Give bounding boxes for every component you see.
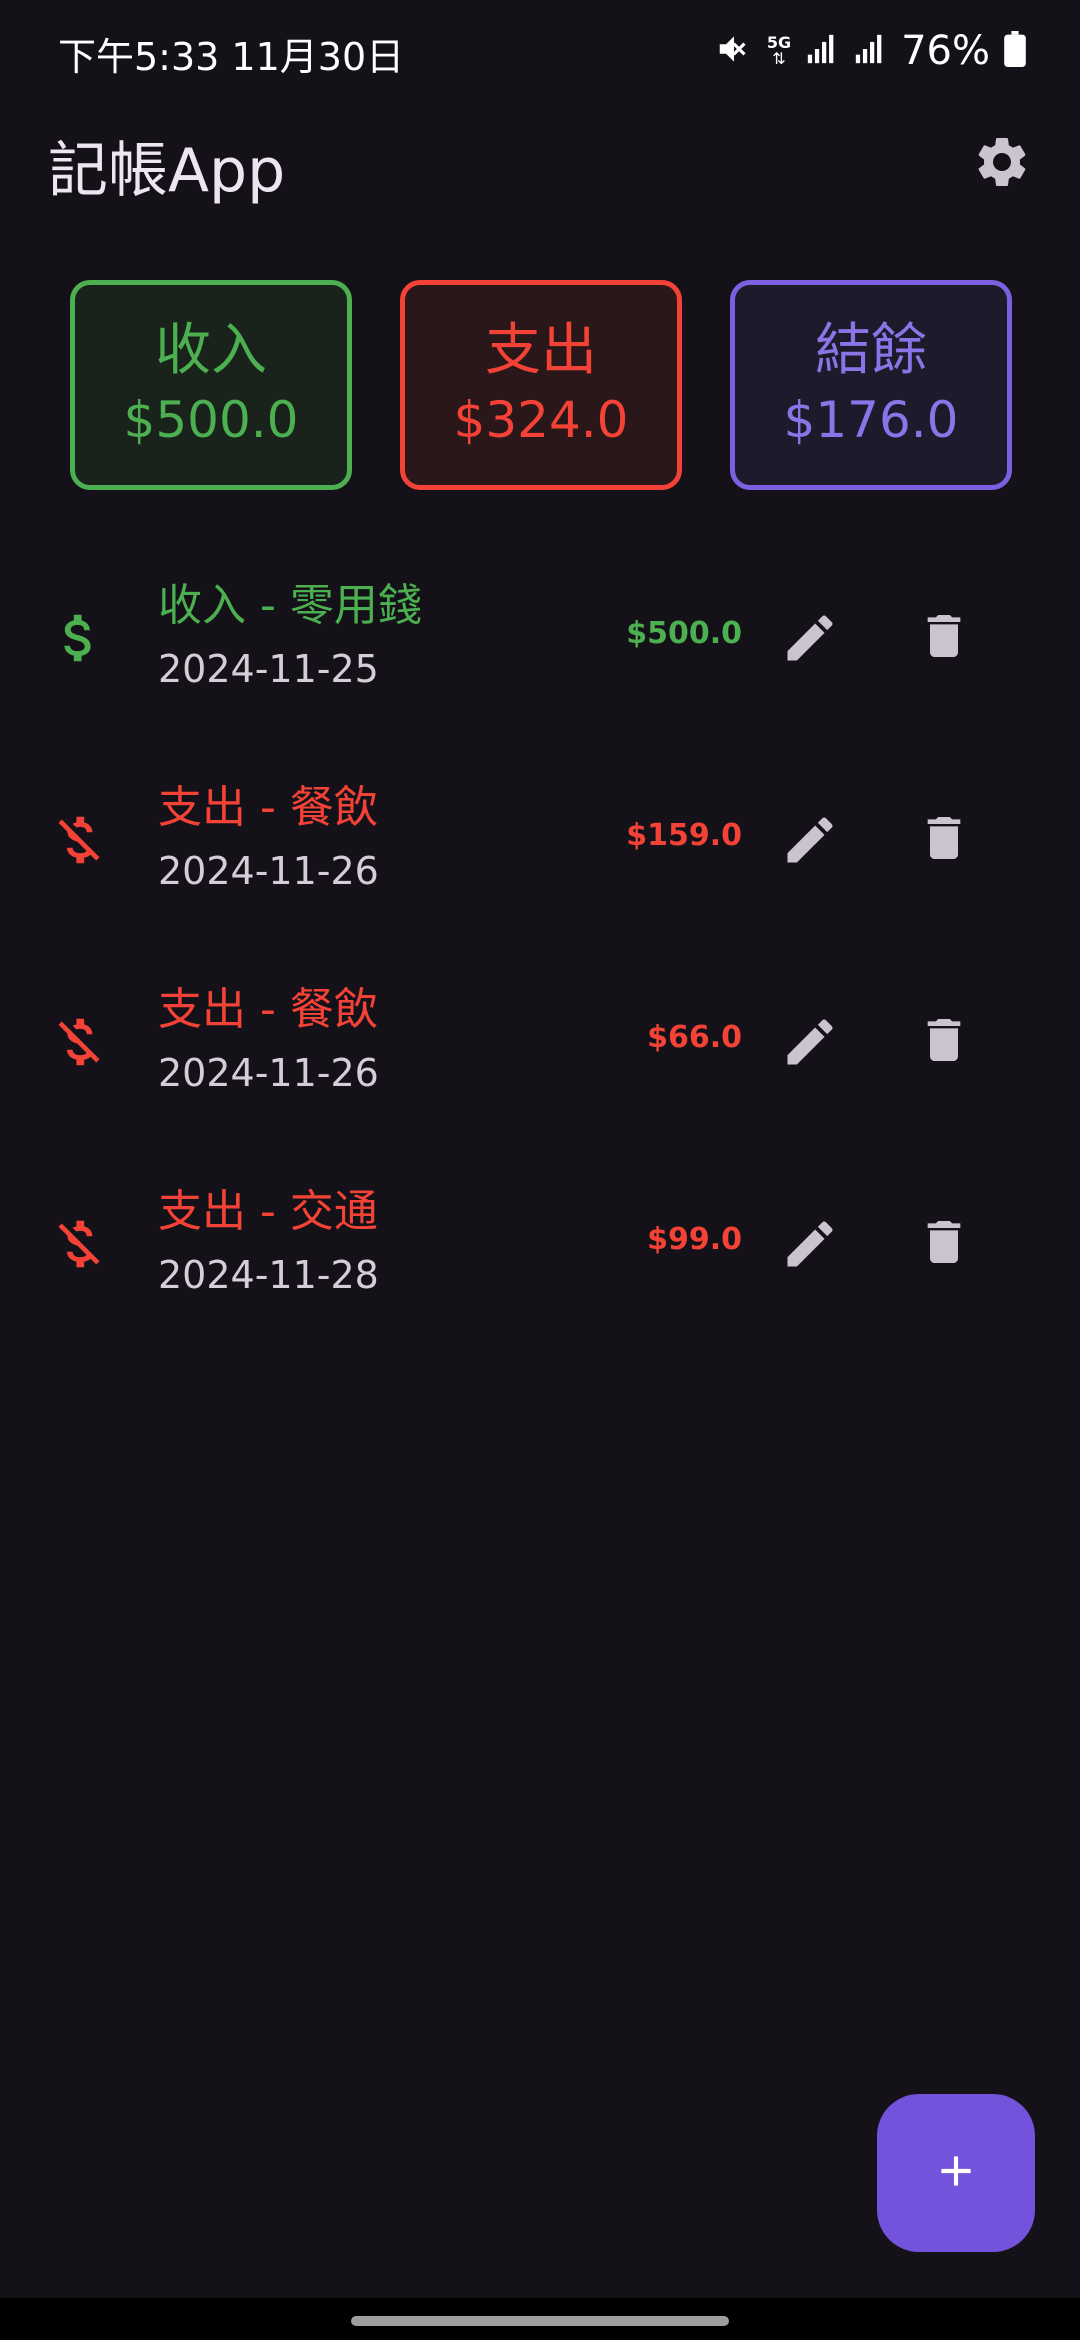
status-time-date: 下午5:33 11月30日 [58, 35, 405, 79]
navigation-bar [0, 2298, 1080, 2340]
signal-icon-2 [853, 32, 887, 70]
edit-button[interactable] [772, 804, 848, 880]
add-transaction-button[interactable] [877, 2094, 1035, 2252]
summary-cards: 收入 $500.0 支出 $324.0 結餘 $176.0 [70, 280, 1012, 490]
transaction-title: 支出 - 餐飲 [158, 782, 378, 833]
dollar-icon [48, 602, 110, 674]
signal-icon [805, 32, 839, 70]
pencil-icon [780, 1214, 840, 1278]
money-off-icon [48, 1208, 110, 1280]
balance-value: $176.0 [783, 391, 959, 449]
edit-button[interactable] [772, 602, 848, 678]
expense-label: 支出 [485, 318, 597, 383]
list-item[interactable]: 支出 - 餐飲 2024-11-26 $66.0 [0, 944, 1080, 1146]
transaction-title: 支出 - 交通 [158, 1186, 378, 1237]
transaction-date: 2024-11-26 [158, 1051, 379, 1095]
list-item[interactable]: 支出 - 交通 2024-11-28 $99.0 [0, 1146, 1080, 1348]
pencil-icon [780, 1012, 840, 1076]
mute-icon [715, 30, 753, 72]
list-item[interactable]: 支出 - 餐飲 2024-11-26 $159.0 [0, 742, 1080, 944]
income-label: 收入 [155, 318, 267, 383]
income-value: $500.0 [123, 391, 299, 449]
pencil-icon [780, 608, 840, 672]
edit-button[interactable] [772, 1006, 848, 1082]
trash-icon [916, 1212, 972, 1276]
edit-button[interactable] [772, 1208, 848, 1284]
network-type-icon: 5G ⇅ [766, 33, 792, 68]
balance-label: 結餘 [815, 318, 927, 383]
home-gesture-handle[interactable] [351, 2316, 729, 2326]
transaction-amount: $66.0 [647, 1020, 742, 1055]
settings-button[interactable] [960, 122, 1044, 206]
trash-icon [916, 1010, 972, 1074]
status-bar: 下午5:33 11月30日 5G ⇅ 76% [0, 0, 1080, 100]
app-title: 記帳App [48, 136, 286, 206]
delete-button[interactable] [906, 1206, 982, 1282]
plus-icon [931, 2146, 981, 2200]
money-off-icon [48, 804, 110, 876]
pencil-icon [780, 810, 840, 874]
transaction-amount: $159.0 [626, 818, 742, 853]
transaction-date: 2024-11-26 [158, 849, 379, 893]
delete-button[interactable] [906, 802, 982, 878]
expense-card: 支出 $324.0 [400, 280, 682, 490]
transaction-amount: $500.0 [626, 616, 742, 651]
battery-icon [1004, 31, 1026, 71]
transaction-list: 收入 - 零用錢 2024-11-25 $500.0 支出 - 餐飲 2024-… [0, 540, 1080, 1348]
trash-icon [916, 606, 972, 670]
status-icons: 5G ⇅ 76% [701, 24, 1026, 78]
balance-card: 結餘 $176.0 [730, 280, 1012, 490]
battery-percent: 76% [901, 28, 990, 74]
income-card: 收入 $500.0 [70, 280, 352, 490]
transaction-date: 2024-11-25 [158, 647, 379, 691]
transaction-title: 支出 - 餐飲 [158, 984, 378, 1035]
transaction-title: 收入 - 零用錢 [158, 580, 422, 631]
trash-icon [916, 808, 972, 872]
delete-button[interactable] [906, 1004, 982, 1080]
screen: 下午5:33 11月30日 5G ⇅ 76% 記帳App 收入 $500.0 支… [0, 0, 1080, 2340]
transaction-date: 2024-11-28 [158, 1253, 379, 1297]
gear-icon [972, 132, 1032, 196]
delete-button[interactable] [906, 600, 982, 676]
money-off-icon [48, 1006, 110, 1078]
transaction-amount: $99.0 [647, 1222, 742, 1257]
expense-value: $324.0 [453, 391, 629, 449]
list-item[interactable]: 收入 - 零用錢 2024-11-25 $500.0 [0, 540, 1080, 742]
